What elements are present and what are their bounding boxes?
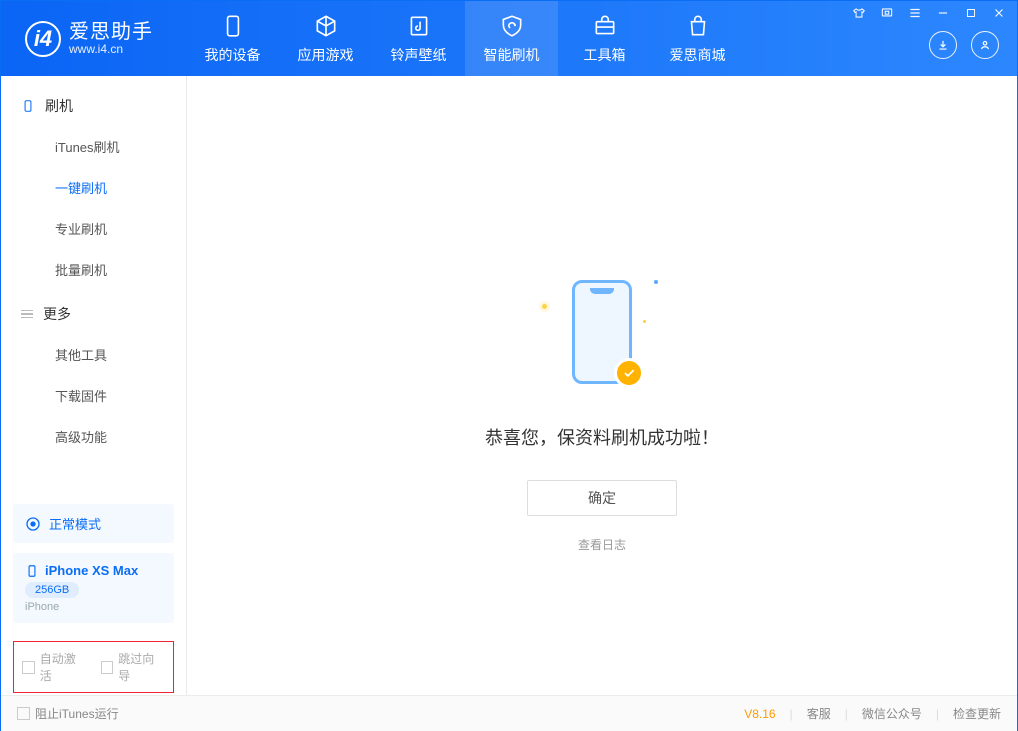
music-icon xyxy=(406,13,432,39)
lock-icon[interactable] xyxy=(879,5,895,21)
toolbox-icon xyxy=(592,13,618,39)
cube-icon xyxy=(313,13,339,39)
status-bar: 阻止iTunes运行 V8.16 | 客服 | 微信公众号 | 检查更新 xyxy=(1,695,1017,731)
mode-icon xyxy=(25,516,41,532)
nav-apps-games[interactable]: 应用游戏 xyxy=(279,1,372,76)
phone-icon xyxy=(21,99,35,113)
options-row: 自动激活 跳过向导 xyxy=(13,641,174,693)
device-name: iPhone XS Max xyxy=(45,563,138,578)
checkbox-skip-wizard[interactable]: 跳过向导 xyxy=(101,650,166,684)
nav-store[interactable]: 爱思商城 xyxy=(651,1,744,76)
sidebar-item-advanced[interactable]: 高级功能 xyxy=(1,416,186,457)
user-button[interactable] xyxy=(971,31,999,59)
sidebar-item-itunes-flash[interactable]: iTunes刷机 xyxy=(1,126,186,167)
maximize-button[interactable] xyxy=(963,5,979,21)
checkbox-prevent-itunes[interactable]: 阻止iTunes运行 xyxy=(17,705,119,722)
nav-ringtones-wallpapers[interactable]: 铃声壁纸 xyxy=(372,1,465,76)
link-support[interactable]: 客服 xyxy=(807,705,831,722)
app-header: i4 爱思助手 www.i4.cn 我的设备 应用游戏 铃声壁纸 智能刷机 工具… xyxy=(1,1,1017,76)
nav-my-device[interactable]: 我的设备 xyxy=(186,1,279,76)
device-type: iPhone xyxy=(25,601,162,613)
sidebar-item-download-firmware[interactable]: 下载固件 xyxy=(1,375,186,416)
mode-indicator[interactable]: 正常模式 xyxy=(13,504,174,543)
main-content: 恭喜您，保资料刷机成功啦！ 确定 查看日志 xyxy=(187,76,1017,695)
download-button[interactable] xyxy=(929,31,957,59)
ok-button[interactable]: 确定 xyxy=(527,480,677,516)
sidebar-item-pro-flash[interactable]: 专业刷机 xyxy=(1,208,186,249)
device-capacity: 256GB xyxy=(25,582,79,598)
nav-toolbox[interactable]: 工具箱 xyxy=(558,1,651,76)
nav-smart-flash[interactable]: 智能刷机 xyxy=(465,1,558,76)
success-message: 恭喜您，保资料刷机成功啦！ xyxy=(485,424,719,450)
success-illustration xyxy=(542,276,662,396)
bag-icon xyxy=(685,13,711,39)
more-icon xyxy=(21,308,33,321)
minimize-button[interactable] xyxy=(935,5,951,21)
logo-icon: i4 xyxy=(25,21,61,57)
checkbox-icon xyxy=(17,707,30,720)
main-nav: 我的设备 应用游戏 铃声壁纸 智能刷机 工具箱 爱思商城 xyxy=(186,1,744,76)
sidebar-section-flash: 刷机 xyxy=(1,96,186,126)
checkbox-auto-activate[interactable]: 自动激活 xyxy=(22,650,87,684)
device-phone-icon xyxy=(25,564,39,578)
check-badge-icon xyxy=(614,358,644,388)
checkbox-icon xyxy=(101,661,114,674)
view-log-link[interactable]: 查看日志 xyxy=(578,536,626,553)
sidebar-item-batch-flash[interactable]: 批量刷机 xyxy=(1,249,186,290)
sidebar-item-other-tools[interactable]: 其他工具 xyxy=(1,334,186,375)
window-controls xyxy=(851,5,1007,21)
link-wechat[interactable]: 微信公众号 xyxy=(862,705,922,722)
device-card[interactable]: iPhone XS Max 256GB iPhone xyxy=(13,553,174,623)
device-icon xyxy=(220,13,246,39)
close-button[interactable] xyxy=(991,5,1007,21)
sidebar: 刷机 iTunes刷机 一键刷机 专业刷机 批量刷机 更多 其他工具 下载固件 … xyxy=(1,76,187,695)
logo-subtitle: www.i4.cn xyxy=(69,43,153,56)
refresh-shield-icon xyxy=(499,13,525,39)
logo-title: 爱思助手 xyxy=(69,21,153,43)
checkbox-icon xyxy=(22,661,35,674)
sidebar-item-one-click-flash[interactable]: 一键刷机 xyxy=(1,167,186,208)
sidebar-section-more: 更多 xyxy=(1,304,186,334)
tshirt-icon[interactable] xyxy=(851,5,867,21)
link-check-update[interactable]: 检查更新 xyxy=(953,705,1001,722)
version-label: V8.16 xyxy=(744,707,775,721)
logo: i4 爱思助手 www.i4.cn xyxy=(1,1,186,76)
menu-icon[interactable] xyxy=(907,5,923,21)
